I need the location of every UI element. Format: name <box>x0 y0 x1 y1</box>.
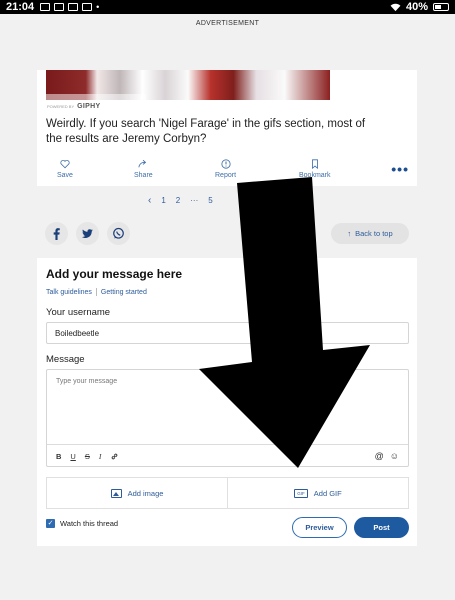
wifi-icon <box>390 3 401 11</box>
mail-icon <box>54 3 65 11</box>
preview-button[interactable]: Preview <box>292 517 347 538</box>
notification-icons: • <box>40 2 99 12</box>
battery-icon <box>433 3 449 11</box>
italic-button[interactable]: I <box>99 452 102 461</box>
emoji-button[interactable]: ☺ <box>390 451 399 461</box>
gif-image[interactable] <box>46 70 330 100</box>
watch-label: Watch this thread <box>60 519 119 528</box>
talk-guidelines-link[interactable]: Talk guidelines <box>46 289 92 296</box>
whatsapp-icon <box>113 227 124 239</box>
underline-button[interactable]: U <box>70 452 75 461</box>
share-row <box>45 222 130 245</box>
image-icon <box>110 488 122 498</box>
arrow-up-icon: ↑ <box>347 229 352 238</box>
whatsapp-share-button[interactable] <box>107 222 130 245</box>
post-card: POWERED BY GIPHY Weirdly. If you search … <box>37 70 417 186</box>
reply-title: Add your message here <box>46 267 183 281</box>
post-button[interactable]: Post <box>354 517 409 538</box>
page-link-last[interactable]: 5 <box>208 196 212 205</box>
advertisement-label: ADVERTISEMENT <box>195 20 260 27</box>
gif-icon: GIF <box>294 488 308 498</box>
status-time: 21:04 <box>6 1 35 13</box>
heart-icon <box>60 159 70 169</box>
mail-icon <box>68 3 79 11</box>
post-text: Weirdly. If you search 'Nigel Farage' in… <box>46 118 366 145</box>
username-field[interactable]: Boiledbeetle <box>46 322 409 344</box>
divider <box>95 288 97 296</box>
watch-checkbox[interactable]: ✓ <box>46 519 55 528</box>
giphy-attribution: POWERED BY GIPHY <box>47 103 101 110</box>
page-link[interactable]: 2 <box>176 196 180 205</box>
report-icon <box>220 159 231 169</box>
reply-form: Add your message here Talk guidelines Ge… <box>37 258 417 546</box>
status-bar: 21:04 • 40% <box>0 0 455 14</box>
back-to-top-label: Back to top <box>355 229 393 238</box>
guide-links: Talk guidelines Getting started <box>46 288 147 296</box>
giphy-logo: GIPHY <box>77 103 101 110</box>
media-row: Add image GIF Add GIF <box>46 477 409 509</box>
calendar-icon <box>40 3 51 11</box>
message-label: Message <box>46 354 85 365</box>
add-image-button[interactable]: Add image <box>47 478 227 508</box>
watch-thread[interactable]: ✓ Watch this thread <box>46 519 118 528</box>
mention-button[interactable]: @ <box>375 451 384 461</box>
bookmark-icon <box>311 159 318 169</box>
format-toolbar: B U S I @ ☺ <box>47 444 408 467</box>
page-link[interactable]: 1 <box>161 196 165 205</box>
strikethrough-button[interactable]: S <box>85 452 90 461</box>
bookmark-button[interactable]: Bookmark <box>299 159 331 179</box>
getting-started-link[interactable]: Getting started <box>101 289 147 296</box>
username-label: Your username <box>46 307 111 318</box>
prev-page-button[interactable]: ‹ <box>148 195 151 206</box>
report-button[interactable]: Report <box>215 159 236 179</box>
more-options-button[interactable]: ••• <box>391 162 409 176</box>
dot-icon: • <box>96 2 100 12</box>
pagination: ‹ 1 2 ··· 5 <box>148 195 213 206</box>
share-arrow-icon <box>138 159 147 168</box>
save-button[interactable]: Save <box>57 159 73 179</box>
link-icon[interactable] <box>110 452 119 461</box>
facebook-icon <box>53 228 60 240</box>
add-gif-button[interactable]: GIF Add GIF <box>227 478 408 508</box>
twitter-icon <box>81 229 93 238</box>
share-button[interactable]: Share <box>134 159 153 179</box>
mail-icon <box>82 3 93 11</box>
pagination-ellipsis: ··· <box>190 196 199 205</box>
post-actions: Save Share Report Bookmark ••• <box>37 159 417 183</box>
bold-button[interactable]: B <box>56 452 61 461</box>
message-placeholder: Type your message <box>56 378 118 385</box>
facebook-share-button[interactable] <box>45 222 68 245</box>
twitter-share-button[interactable] <box>76 222 99 245</box>
battery-level: 40% <box>405 1 428 13</box>
message-textarea[interactable]: Type your message B U S I @ ☺ <box>46 369 409 467</box>
back-to-top-button[interactable]: ↑ Back to top <box>331 223 409 244</box>
